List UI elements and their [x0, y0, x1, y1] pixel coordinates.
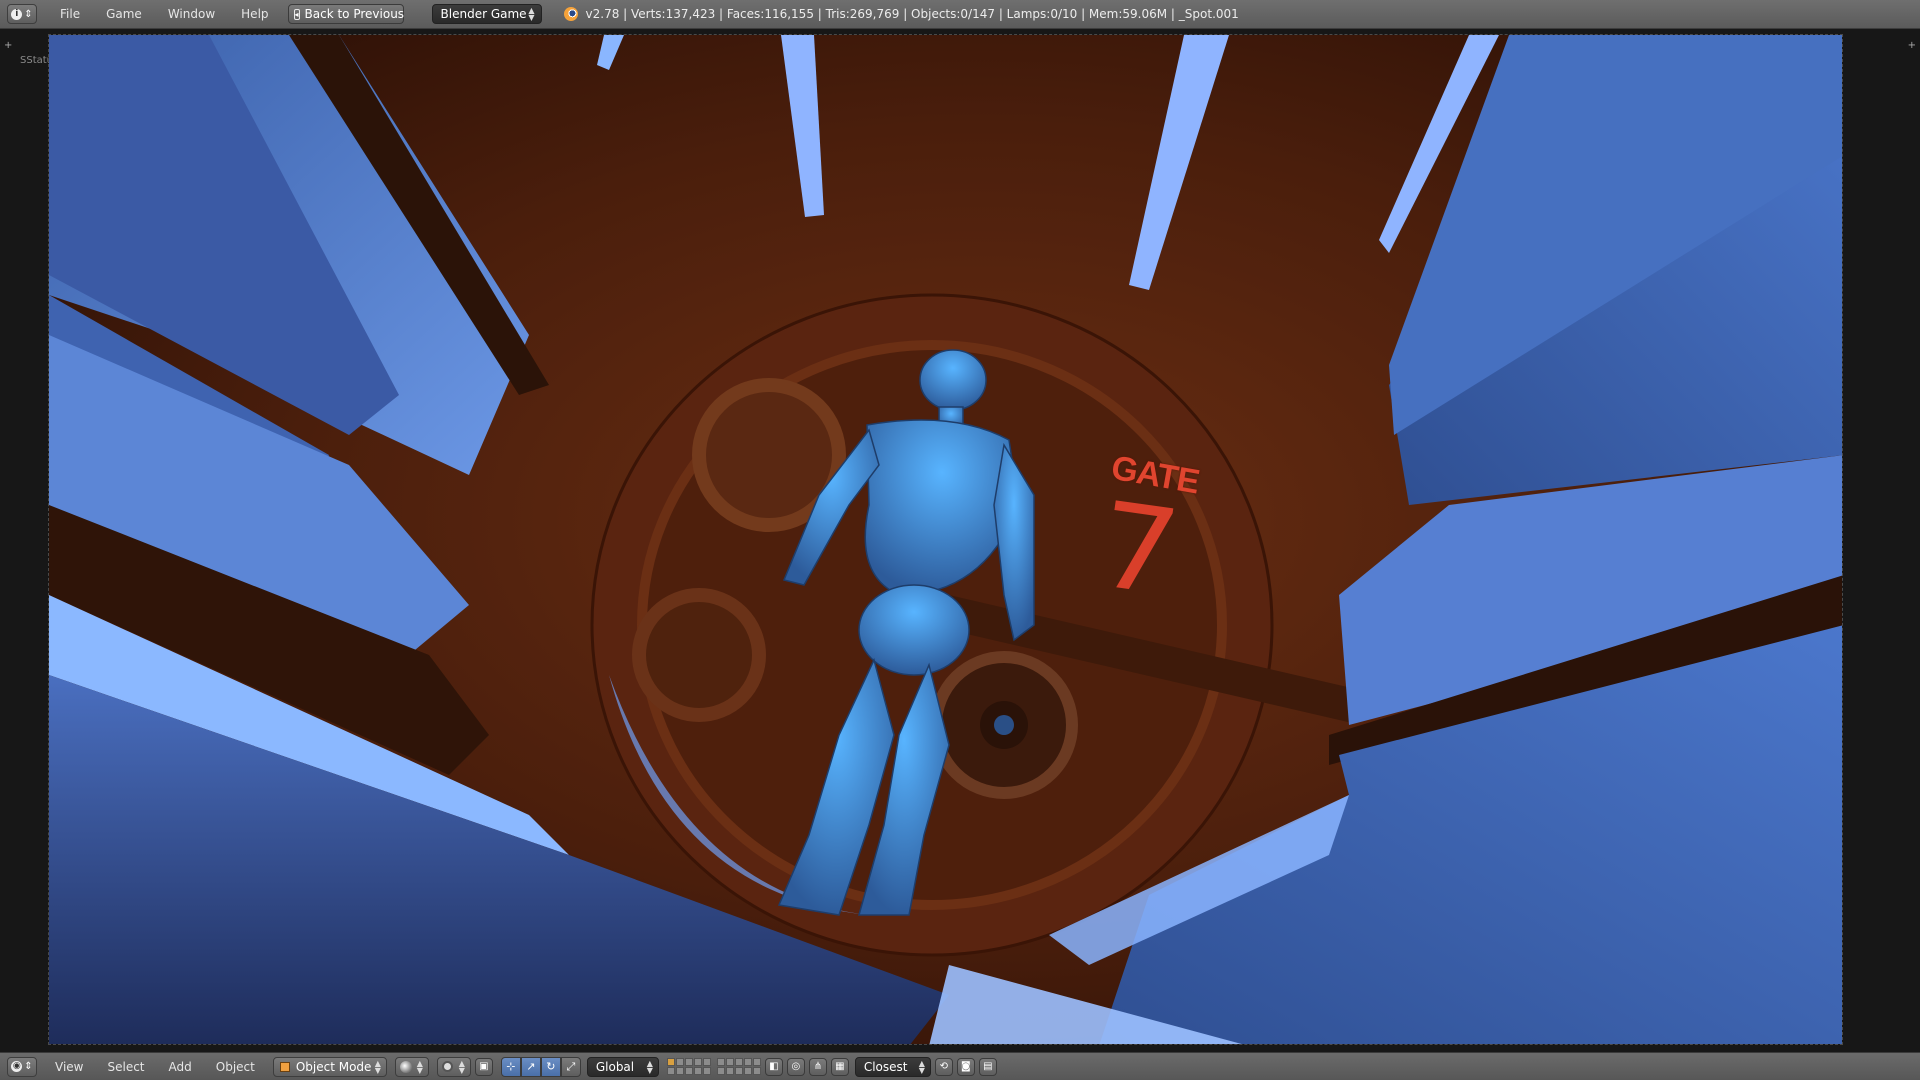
- 3d-view-menu: View Select Add Object: [43, 1060, 267, 1074]
- menu-view[interactable]: View: [43, 1060, 95, 1074]
- editor-type-button-3dview[interactable]: ◉ ⇕: [7, 1056, 37, 1077]
- lock-camera-layers-icon[interactable]: ◧: [764, 1057, 783, 1076]
- menu-select[interactable]: Select: [95, 1060, 156, 1074]
- snap-toggle-icon[interactable]: ⋔: [808, 1057, 827, 1076]
- opengl-render-animation-icon[interactable]: ▤: [978, 1057, 997, 1076]
- manipulator-group: ⊹ ↗ ↻ ⤢: [500, 1056, 581, 1077]
- shading-sphere-icon: [399, 1060, 412, 1073]
- blender-logo-icon: [563, 7, 578, 21]
- area-split-corner-icon-right[interactable]: +: [1908, 40, 1916, 51]
- layer-block-2[interactable]: [716, 1058, 761, 1075]
- viewport-shading-select[interactable]: ▲ ▼: [394, 1056, 429, 1077]
- menu-add[interactable]: Add: [157, 1060, 204, 1074]
- scene-statistics: v2.78 | Verts:137,423 | Faces:116,155 | …: [585, 7, 1239, 21]
- select-arrows-icon: ▲ ▼: [458, 1058, 465, 1075]
- gate-sign-number: 7: [1089, 475, 1188, 623]
- translate-icon[interactable]: ↗: [520, 1056, 541, 1077]
- dropdown-arrows-icon: ⇕: [24, 8, 33, 20]
- render-engine-value: Blender Game: [440, 7, 527, 21]
- layer-block-1[interactable]: [666, 1058, 711, 1075]
- render-engine-select[interactable]: Blender Game ▲ ▼: [431, 4, 542, 24]
- 3d-view-header: ◉ ⇕ View Select Add Object Object Mode ▲ ▼…: [0, 1052, 1920, 1080]
- 3d-viewport[interactable]: + + SStatus: UNDEFINED: [0, 29, 1920, 1052]
- menu-help[interactable]: Help: [228, 7, 281, 21]
- menu-file[interactable]: File: [47, 7, 93, 21]
- snap-target-select[interactable]: Closest ▲ ▼: [854, 1056, 931, 1077]
- screen-back-icon: ◂: [293, 8, 300, 20]
- dropdown-arrows-icon: ⇕: [24, 1061, 33, 1072]
- main-menu: File Game Window Help: [47, 7, 282, 21]
- menu-object[interactable]: Object: [204, 1060, 267, 1074]
- interaction-mode-value: Object Mode: [295, 1059, 372, 1074]
- view3d-icon: ◉: [11, 1061, 23, 1072]
- transform-orientation-value: Global: [595, 1059, 635, 1074]
- game-scene-illustration: [49, 35, 1842, 1044]
- info-header: i ⇕ File Game Window Help ◂ Back to Previ…: [0, 0, 1920, 29]
- pivot-point-select[interactable]: ▲ ▼: [436, 1056, 471, 1077]
- object-mode-cube-icon: [279, 1061, 290, 1072]
- select-arrows-icon: ▲ ▼: [528, 6, 535, 22]
- select-arrows-icon: ▲ ▼: [374, 1058, 381, 1075]
- limit-selection-visible-icon[interactable]: ▣: [474, 1057, 493, 1076]
- pivot-point-icon: [441, 1061, 453, 1072]
- align-rotation-icon[interactable]: ⟲: [934, 1057, 953, 1076]
- rotate-icon[interactable]: ↻: [540, 1056, 561, 1077]
- menu-game[interactable]: Game: [93, 7, 155, 21]
- opengl-render-image-icon[interactable]: ◙: [956, 1057, 975, 1076]
- select-arrows-icon: ▲ ▼: [416, 1058, 423, 1075]
- back-to-previous-button[interactable]: ◂ Back to Previous: [287, 4, 405, 24]
- manipulator-toggle-icon[interactable]: ⊹: [500, 1056, 521, 1077]
- editor-type-button[interactable]: i ⇕: [7, 4, 37, 24]
- snap-target-value: Closest: [863, 1059, 908, 1074]
- select-arrows-icon: ▲ ▼: [918, 1058, 925, 1075]
- back-to-previous-label: Back to Previous: [304, 7, 405, 21]
- info-icon: i: [11, 8, 23, 20]
- snap-element-icon[interactable]: ▦: [830, 1057, 849, 1076]
- select-arrows-icon: ▲ ▼: [646, 1058, 653, 1075]
- menu-window[interactable]: Window: [155, 7, 228, 21]
- transform-orientation-select[interactable]: Global ▲ ▼: [586, 1056, 659, 1077]
- scene-layers[interactable]: [666, 1058, 761, 1075]
- proportional-editing-icon[interactable]: ◎: [786, 1057, 805, 1076]
- area-split-corner-icon[interactable]: +: [4, 40, 12, 51]
- scale-icon[interactable]: ⤢: [560, 1056, 581, 1077]
- game-render-frame: GATE 7: [48, 34, 1843, 1045]
- interaction-mode-select[interactable]: Object Mode ▲ ▼: [272, 1056, 387, 1077]
